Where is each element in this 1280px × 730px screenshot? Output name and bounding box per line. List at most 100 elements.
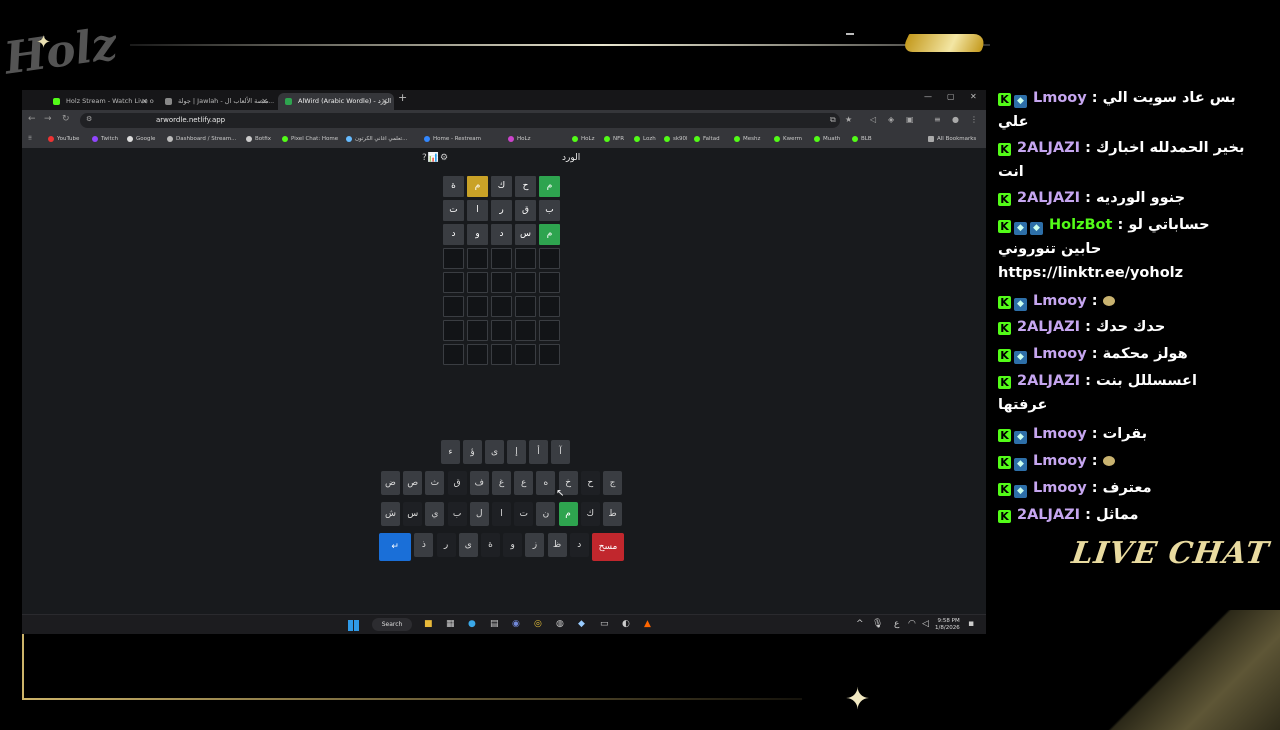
- bookmark-star-icon[interactable]: ★: [845, 115, 852, 124]
- steam-icon[interactable]: ◆: [578, 619, 585, 629]
- profile-icon[interactable]: ●: [952, 115, 959, 124]
- apps-icon[interactable]: ⠿: [28, 135, 32, 144]
- keyboard-key[interactable]: ا: [492, 502, 511, 526]
- bookmark-item[interactable]: NFR: [604, 135, 624, 144]
- bookmark-item[interactable]: Meshz: [734, 135, 760, 144]
- keyboard-key[interactable]: ة: [481, 533, 500, 557]
- keyboard-key[interactable]: ش: [381, 502, 400, 526]
- language-indicator[interactable]: ع: [894, 619, 899, 629]
- app-icon[interactable]: ◐: [622, 619, 630, 629]
- keyboard-key[interactable]: ه: [536, 471, 556, 495]
- menu-icon[interactable]: ⋮: [970, 115, 978, 124]
- keyboard-key[interactable]: ل: [469, 502, 489, 526]
- chat-username[interactable]: 2ALJAZI: [1017, 140, 1080, 156]
- enter-key[interactable]: ↵: [379, 533, 412, 561]
- site-info-icon[interactable]: ⚙: [86, 115, 92, 123]
- close-icon[interactable]: ✕: [141, 93, 148, 110]
- keyboard-key[interactable]: ث: [425, 471, 445, 495]
- keyboard-key[interactable]: ن: [536, 502, 556, 526]
- chrome-icon[interactable]: ◎: [534, 619, 542, 629]
- keyboard-key[interactable]: ء: [441, 440, 460, 464]
- tab-alwird[interactable]: AlWird (Arabic Wordle) - الورد ✕: [278, 93, 394, 110]
- keyboard-key[interactable]: و: [503, 533, 523, 557]
- keyboard-key[interactable]: ى: [458, 533, 478, 557]
- keyboard-key[interactable]: ع: [514, 471, 534, 495]
- edge-icon[interactable]: ●: [468, 619, 476, 629]
- keyboard-key[interactable]: س: [403, 502, 423, 526]
- keyboard-key[interactable]: م: [558, 502, 578, 526]
- chat-username[interactable]: Lmooy: [1033, 90, 1087, 106]
- notification-icon[interactable]: ▪: [968, 619, 974, 629]
- puzzle-icon[interactable]: ▣: [906, 115, 914, 124]
- tab-holz-stream[interactable]: Holz Stream - Watch Live on Ki ✕: [46, 93, 154, 110]
- minimize-icon[interactable]: —: [924, 92, 932, 101]
- keyboard-key[interactable]: ج: [603, 471, 622, 495]
- sidepanel-icon[interactable]: ≡: [934, 115, 941, 124]
- address-bar[interactable]: ⚙ arwordle.netlify.app: [80, 113, 840, 128]
- obs-icon[interactable]: ◍: [556, 619, 564, 629]
- chat-username[interactable]: Lmooy: [1033, 293, 1087, 309]
- keyboard-key[interactable]: غ: [492, 471, 511, 495]
- delete-key[interactable]: مسح: [592, 533, 624, 561]
- taskbar-clock[interactable]: 9:58 PM 1/8/2026: [935, 618, 960, 632]
- app-icon[interactable]: ▤: [490, 619, 499, 629]
- folder-icon[interactable]: ■: [424, 619, 433, 629]
- bookmark-item[interactable]: sk90l: [664, 135, 688, 144]
- bookmark-item[interactable]: HoLz: [508, 135, 530, 144]
- keyboard-key[interactable]: أ: [529, 440, 548, 464]
- bookmark-item[interactable]: Faltad: [694, 135, 720, 144]
- all-bookmarks[interactable]: All Bookmarks: [928, 135, 976, 144]
- keyboard-key[interactable]: ت: [514, 502, 534, 526]
- mute-icon[interactable]: ◁: [870, 115, 876, 124]
- mic-icon[interactable]: 🎙: [872, 619, 883, 629]
- chat-username[interactable]: Lmooy: [1033, 426, 1087, 442]
- keyboard-app-icon[interactable]: ▭: [600, 619, 609, 629]
- chat-username[interactable]: HolzBot: [1049, 217, 1112, 233]
- volume-icon[interactable]: ◁: [922, 619, 929, 629]
- tab-jawlah[interactable]: جولة | Jawlah - منصة الألعاب ال... ✕: [158, 93, 274, 110]
- chat-username[interactable]: Lmooy: [1033, 480, 1087, 496]
- bookmark-item[interactable]: YouTube: [48, 135, 79, 144]
- bookmark-item[interactable]: Kwerm: [774, 135, 802, 144]
- bookmark-item[interactable]: Botfix: [246, 135, 271, 144]
- reload-icon[interactable]: ↻: [62, 114, 70, 124]
- chat-username[interactable]: 2ALJAZI: [1017, 319, 1080, 335]
- keyboard-key[interactable]: ب: [447, 502, 467, 526]
- game-header-icons[interactable]: ?📊⚙: [422, 153, 449, 163]
- bookmark-item[interactable]: Google: [127, 135, 155, 144]
- taskbar-search[interactable]: Search: [372, 618, 412, 631]
- chat-username[interactable]: 2ALJAZI: [1017, 190, 1080, 206]
- cast-icon[interactable]: ⧉: [830, 115, 836, 125]
- bookmark-item[interactable]: HoLz: [572, 135, 594, 144]
- back-icon[interactable]: ←: [28, 114, 36, 124]
- bookmark-item[interactable]: تعلمي اغاني الكرتون...: [346, 135, 407, 144]
- bookmark-item[interactable]: Dashboard / Stream...: [167, 135, 236, 144]
- keyboard-key[interactable]: ك: [580, 502, 600, 526]
- discord-icon[interactable]: ◉: [512, 619, 520, 629]
- keyboard-key[interactable]: ى: [485, 440, 504, 464]
- chat-username[interactable]: 2ALJAZI: [1017, 507, 1080, 523]
- close-window-icon[interactable]: ✕: [970, 92, 977, 101]
- new-tab-icon[interactable]: +: [398, 91, 407, 104]
- bookmark-item[interactable]: Muath: [814, 135, 840, 144]
- bookmark-item[interactable]: BLB: [852, 135, 872, 144]
- keyboard-key[interactable]: د: [569, 533, 589, 557]
- keyboard-key[interactable]: ح: [580, 471, 600, 495]
- keyboard-key[interactable]: إ: [507, 440, 526, 464]
- keyboard-key[interactable]: ص: [403, 471, 423, 495]
- keyboard-key[interactable]: ق: [447, 471, 467, 495]
- close-icon[interactable]: ✕: [261, 93, 268, 110]
- keyboard-key[interactable]: ؤ: [463, 440, 482, 464]
- maximize-icon[interactable]: ▢: [947, 92, 955, 101]
- forward-icon[interactable]: →: [44, 114, 52, 124]
- keyboard-key[interactable]: ز: [525, 533, 545, 557]
- keyboard-key[interactable]: آ: [551, 440, 570, 464]
- keyboard-key[interactable]: ظ: [547, 533, 567, 557]
- chat-username[interactable]: Lmooy: [1033, 453, 1087, 469]
- wifi-icon[interactable]: ◠: [908, 619, 916, 629]
- windows-start-icon[interactable]: [348, 620, 359, 631]
- keyboard-key[interactable]: ض: [381, 471, 400, 495]
- extension-icon[interactable]: ◈: [888, 115, 894, 124]
- keyboard-key[interactable]: ذ: [414, 533, 434, 557]
- keyboard-key[interactable]: ف: [469, 471, 489, 495]
